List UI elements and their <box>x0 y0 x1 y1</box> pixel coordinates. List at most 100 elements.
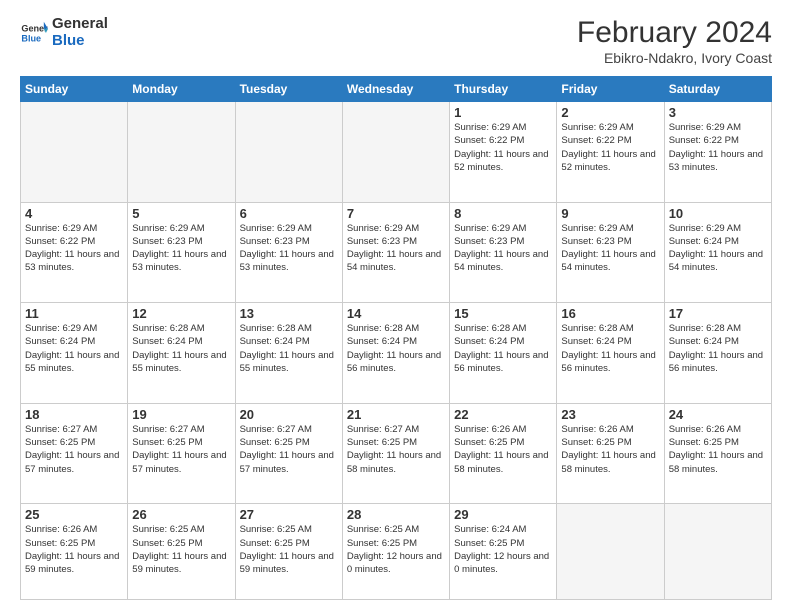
day-number: 23 <box>561 407 659 422</box>
calendar-cell: 20Sunrise: 6:27 AM Sunset: 6:25 PM Dayli… <box>235 403 342 504</box>
calendar-week-1: 4Sunrise: 6:29 AM Sunset: 6:22 PM Daylig… <box>21 202 772 303</box>
calendar-week-0: 1Sunrise: 6:29 AM Sunset: 6:22 PM Daylig… <box>21 102 772 203</box>
day-info: Sunrise: 6:29 AM Sunset: 6:23 PM Dayligh… <box>240 222 338 275</box>
month-year: February 2024 <box>577 16 772 50</box>
calendar-cell: 9Sunrise: 6:29 AM Sunset: 6:23 PM Daylig… <box>557 202 664 303</box>
day-number: 8 <box>454 206 552 221</box>
day-number: 3 <box>669 105 767 120</box>
day-info: Sunrise: 6:27 AM Sunset: 6:25 PM Dayligh… <box>240 423 338 476</box>
day-number: 29 <box>454 507 552 522</box>
calendar-cell: 7Sunrise: 6:29 AM Sunset: 6:23 PM Daylig… <box>342 202 449 303</box>
calendar-table: SundayMondayTuesdayWednesdayThursdayFrid… <box>20 76 772 600</box>
calendar-cell: 3Sunrise: 6:29 AM Sunset: 6:22 PM Daylig… <box>664 102 771 203</box>
calendar-cell: 22Sunrise: 6:26 AM Sunset: 6:25 PM Dayli… <box>450 403 557 504</box>
logo-icon: General Blue <box>20 19 48 47</box>
day-info: Sunrise: 6:26 AM Sunset: 6:25 PM Dayligh… <box>454 423 552 476</box>
calendar-cell: 15Sunrise: 6:28 AM Sunset: 6:24 PM Dayli… <box>450 303 557 404</box>
day-number: 28 <box>347 507 445 522</box>
day-info: Sunrise: 6:29 AM Sunset: 6:23 PM Dayligh… <box>561 222 659 275</box>
calendar-week-4: 25Sunrise: 6:26 AM Sunset: 6:25 PM Dayli… <box>21 504 772 600</box>
location: Ebikro-Ndakro, Ivory Coast <box>577 50 772 66</box>
calendar-cell: 17Sunrise: 6:28 AM Sunset: 6:24 PM Dayli… <box>664 303 771 404</box>
day-number: 9 <box>561 206 659 221</box>
calendar-header-sunday: Sunday <box>21 77 128 102</box>
calendar-cell <box>128 102 235 203</box>
calendar-cell <box>21 102 128 203</box>
day-info: Sunrise: 6:24 AM Sunset: 6:25 PM Dayligh… <box>454 523 552 576</box>
calendar-header-tuesday: Tuesday <box>235 77 342 102</box>
day-info: Sunrise: 6:27 AM Sunset: 6:25 PM Dayligh… <box>25 423 123 476</box>
day-number: 5 <box>132 206 230 221</box>
svg-text:Blue: Blue <box>21 33 41 43</box>
calendar-header-row: SundayMondayTuesdayWednesdayThursdayFrid… <box>21 77 772 102</box>
day-number: 15 <box>454 306 552 321</box>
day-number: 2 <box>561 105 659 120</box>
calendar-cell: 10Sunrise: 6:29 AM Sunset: 6:24 PM Dayli… <box>664 202 771 303</box>
day-number: 14 <box>347 306 445 321</box>
day-info: Sunrise: 6:25 AM Sunset: 6:25 PM Dayligh… <box>347 523 445 576</box>
calendar-cell: 21Sunrise: 6:27 AM Sunset: 6:25 PM Dayli… <box>342 403 449 504</box>
calendar-header-thursday: Thursday <box>450 77 557 102</box>
calendar-cell: 8Sunrise: 6:29 AM Sunset: 6:23 PM Daylig… <box>450 202 557 303</box>
day-info: Sunrise: 6:26 AM Sunset: 6:25 PM Dayligh… <box>561 423 659 476</box>
day-info: Sunrise: 6:29 AM Sunset: 6:23 PM Dayligh… <box>132 222 230 275</box>
day-number: 24 <box>669 407 767 422</box>
day-number: 22 <box>454 407 552 422</box>
day-info: Sunrise: 6:28 AM Sunset: 6:24 PM Dayligh… <box>669 322 767 375</box>
day-number: 11 <box>25 306 123 321</box>
logo: General Blue General Blue <box>20 16 108 49</box>
day-info: Sunrise: 6:25 AM Sunset: 6:25 PM Dayligh… <box>132 523 230 576</box>
calendar-cell: 2Sunrise: 6:29 AM Sunset: 6:22 PM Daylig… <box>557 102 664 203</box>
calendar-cell: 1Sunrise: 6:29 AM Sunset: 6:22 PM Daylig… <box>450 102 557 203</box>
calendar-header-monday: Monday <box>128 77 235 102</box>
calendar-header-friday: Friday <box>557 77 664 102</box>
day-info: Sunrise: 6:28 AM Sunset: 6:24 PM Dayligh… <box>132 322 230 375</box>
calendar-cell: 28Sunrise: 6:25 AM Sunset: 6:25 PM Dayli… <box>342 504 449 600</box>
day-info: Sunrise: 6:28 AM Sunset: 6:24 PM Dayligh… <box>240 322 338 375</box>
calendar-cell <box>342 102 449 203</box>
day-number: 16 <box>561 306 659 321</box>
calendar-cell <box>664 504 771 600</box>
day-info: Sunrise: 6:25 AM Sunset: 6:25 PM Dayligh… <box>240 523 338 576</box>
day-number: 1 <box>454 105 552 120</box>
day-info: Sunrise: 6:29 AM Sunset: 6:24 PM Dayligh… <box>25 322 123 375</box>
header: General Blue General Blue February 2024 … <box>20 16 772 66</box>
day-number: 27 <box>240 507 338 522</box>
day-info: Sunrise: 6:26 AM Sunset: 6:25 PM Dayligh… <box>669 423 767 476</box>
calendar-cell: 27Sunrise: 6:25 AM Sunset: 6:25 PM Dayli… <box>235 504 342 600</box>
calendar-cell: 5Sunrise: 6:29 AM Sunset: 6:23 PM Daylig… <box>128 202 235 303</box>
day-number: 20 <box>240 407 338 422</box>
day-info: Sunrise: 6:29 AM Sunset: 6:22 PM Dayligh… <box>561 121 659 174</box>
day-info: Sunrise: 6:28 AM Sunset: 6:24 PM Dayligh… <box>347 322 445 375</box>
day-number: 10 <box>669 206 767 221</box>
day-info: Sunrise: 6:27 AM Sunset: 6:25 PM Dayligh… <box>347 423 445 476</box>
day-number: 18 <box>25 407 123 422</box>
calendar-cell: 13Sunrise: 6:28 AM Sunset: 6:24 PM Dayli… <box>235 303 342 404</box>
calendar-cell: 24Sunrise: 6:26 AM Sunset: 6:25 PM Dayli… <box>664 403 771 504</box>
calendar-cell: 14Sunrise: 6:28 AM Sunset: 6:24 PM Dayli… <box>342 303 449 404</box>
calendar-cell: 25Sunrise: 6:26 AM Sunset: 6:25 PM Dayli… <box>21 504 128 600</box>
calendar-week-2: 11Sunrise: 6:29 AM Sunset: 6:24 PM Dayli… <box>21 303 772 404</box>
day-info: Sunrise: 6:29 AM Sunset: 6:22 PM Dayligh… <box>25 222 123 275</box>
day-info: Sunrise: 6:28 AM Sunset: 6:24 PM Dayligh… <box>454 322 552 375</box>
logo-blue: Blue <box>52 33 108 50</box>
day-number: 17 <box>669 306 767 321</box>
day-info: Sunrise: 6:28 AM Sunset: 6:24 PM Dayligh… <box>561 322 659 375</box>
logo-general: General <box>52 16 108 33</box>
day-number: 19 <box>132 407 230 422</box>
day-info: Sunrise: 6:29 AM Sunset: 6:22 PM Dayligh… <box>669 121 767 174</box>
calendar-week-3: 18Sunrise: 6:27 AM Sunset: 6:25 PM Dayli… <box>21 403 772 504</box>
calendar-cell: 23Sunrise: 6:26 AM Sunset: 6:25 PM Dayli… <box>557 403 664 504</box>
calendar-cell: 11Sunrise: 6:29 AM Sunset: 6:24 PM Dayli… <box>21 303 128 404</box>
day-number: 25 <box>25 507 123 522</box>
day-info: Sunrise: 6:29 AM Sunset: 6:22 PM Dayligh… <box>454 121 552 174</box>
calendar-header-wednesday: Wednesday <box>342 77 449 102</box>
calendar-cell: 29Sunrise: 6:24 AM Sunset: 6:25 PM Dayli… <box>450 504 557 600</box>
day-number: 26 <box>132 507 230 522</box>
calendar-cell: 12Sunrise: 6:28 AM Sunset: 6:24 PM Dayli… <box>128 303 235 404</box>
calendar-cell: 4Sunrise: 6:29 AM Sunset: 6:22 PM Daylig… <box>21 202 128 303</box>
day-number: 4 <box>25 206 123 221</box>
calendar-cell <box>235 102 342 203</box>
day-info: Sunrise: 6:27 AM Sunset: 6:25 PM Dayligh… <box>132 423 230 476</box>
page: General Blue General Blue February 2024 … <box>0 0 792 612</box>
